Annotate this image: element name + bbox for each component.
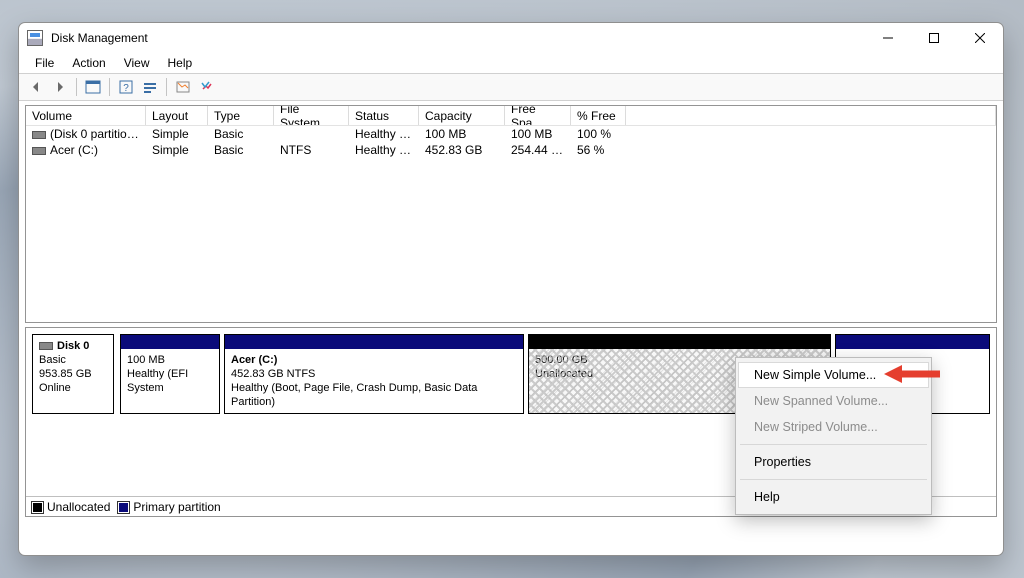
col-pctfree[interactable]: % Free [571,106,626,125]
action-list-button[interactable] [139,76,161,98]
legend-primary: Primary partition [118,500,220,514]
svg-text:?: ? [123,83,129,94]
disk-label: Disk 0 [57,340,89,352]
ctx-separator [740,479,927,480]
disk-size: 953.85 GB [39,368,92,380]
col-volume[interactable]: Volume [26,106,146,125]
minimize-button[interactable] [865,23,911,53]
view-top-button[interactable] [172,76,194,98]
menu-file[interactable]: File [27,54,62,72]
ctx-new-striped-volume: New Striped Volume... [738,414,929,440]
volume-list-body: (Disk 0 partition 1)SimpleBasicHealthy (… [26,126,996,158]
col-type[interactable]: Type [208,106,274,125]
col-spacer [626,106,996,125]
view-bottom-button[interactable] [196,76,218,98]
maximize-button[interactable] [911,23,957,53]
col-free[interactable]: Free Spa... [505,106,571,125]
ctx-help[interactable]: Help [738,484,929,510]
back-button[interactable] [25,76,47,98]
partition-primary[interactable]: Acer (C:)452.83 GB NTFSHealthy (Boot, Pa… [224,334,524,414]
menu-bar: File Action View Help [19,53,1003,73]
window-buttons [865,23,1003,53]
title-bar: Disk Management [19,23,1003,53]
ctx-new-spanned-volume: New Spanned Volume... [738,388,929,414]
window-title: Disk Management [51,31,148,45]
volume-list: Volume Layout Type File System Status Ca… [25,105,997,323]
menu-action[interactable]: Action [64,54,113,72]
forward-button[interactable] [49,76,71,98]
col-status[interactable]: Status [349,106,419,125]
disk-info[interactable]: Disk 0 Basic 953.85 GB Online [32,334,114,414]
ctx-separator [740,444,927,445]
disk-icon [39,342,53,350]
disk-type: Basic [39,354,66,366]
menu-help[interactable]: Help [160,54,201,72]
volume-row[interactable]: Acer (C:)SimpleBasicNTFSHealthy (B...452… [26,142,996,158]
col-layout[interactable]: Layout [146,106,208,125]
menu-view[interactable]: View [116,54,158,72]
volume-row[interactable]: (Disk 0 partition 1)SimpleBasicHealthy (… [26,126,996,142]
disk-state: Online [39,382,71,394]
partition-primary[interactable]: 100 MBHealthy (EFI System [120,334,220,414]
app-icon [27,30,43,46]
help-button[interactable]: ? [115,76,137,98]
toolbar: ? [19,73,1003,101]
col-filesystem[interactable]: File System [274,106,349,125]
volume-list-header: Volume Layout Type File System Status Ca… [26,106,996,126]
col-capacity[interactable]: Capacity [419,106,505,125]
legend-unallocated: Unallocated [32,500,110,514]
annotation-arrow [884,363,940,388]
ctx-properties[interactable]: Properties [738,449,929,475]
close-button[interactable] [957,23,1003,53]
show-hide-console-tree[interactable] [82,76,104,98]
